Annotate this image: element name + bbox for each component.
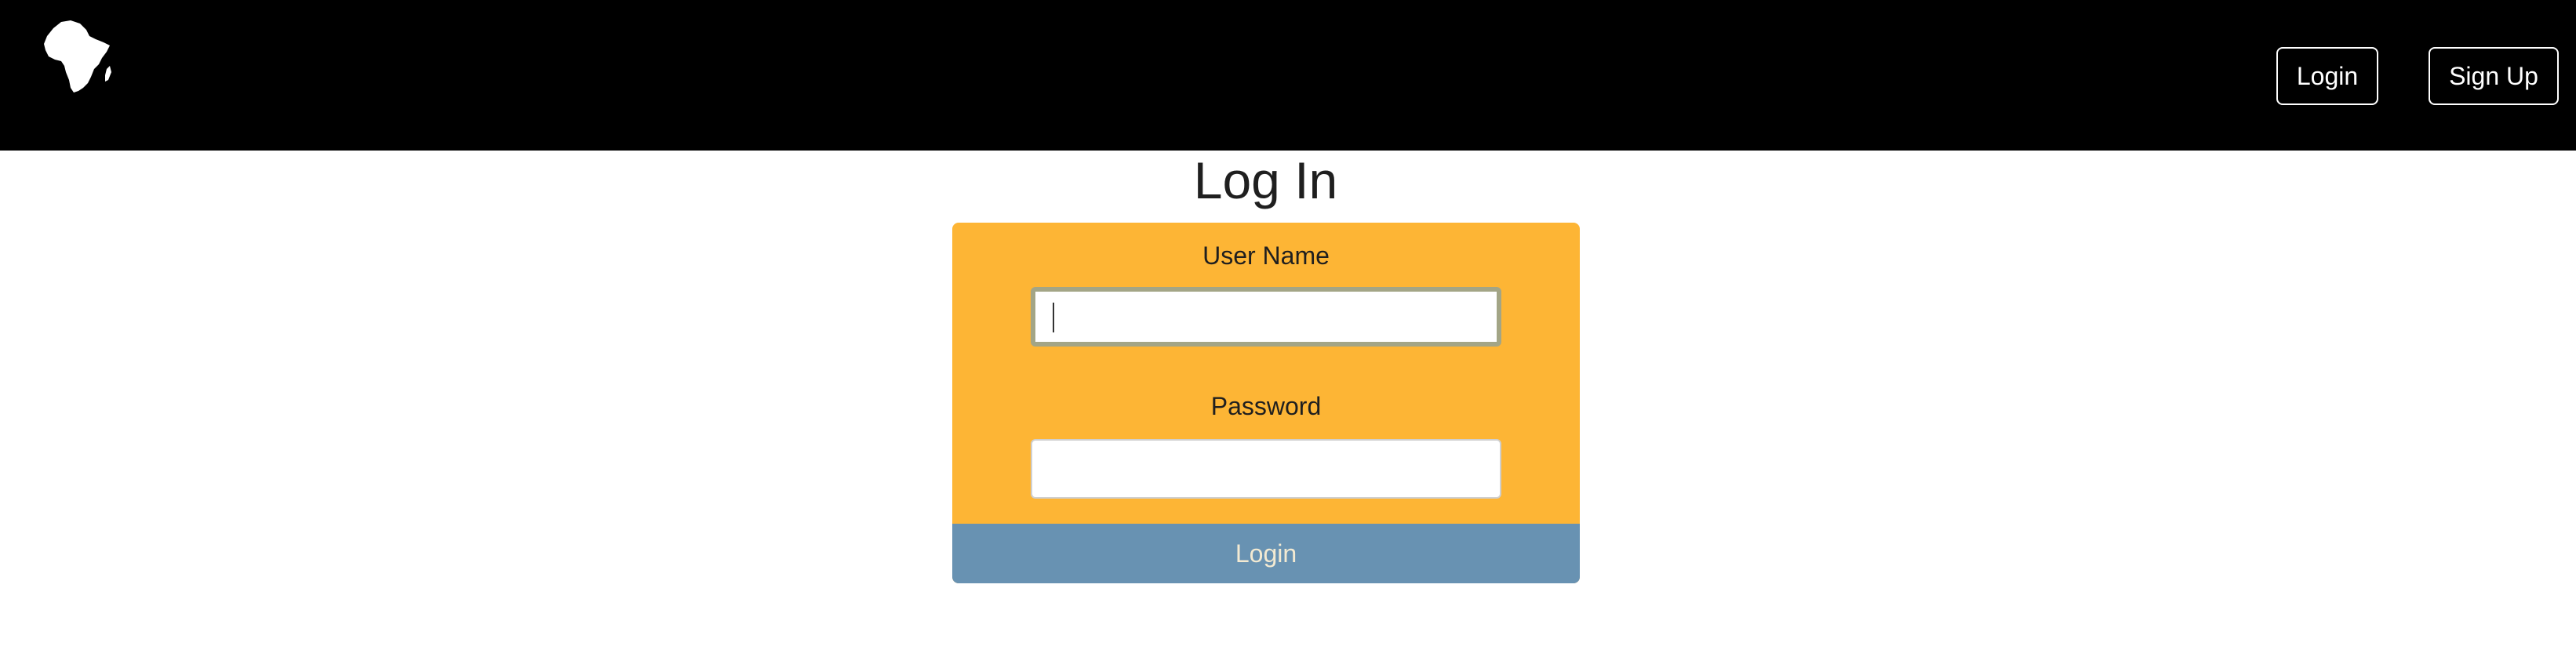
page-title: Log In [1193, 151, 1338, 209]
username-label: User Name [1202, 241, 1330, 270]
signup-nav-button[interactable]: Sign Up [2429, 47, 2559, 105]
login-nav-button[interactable]: Login [2276, 47, 2378, 105]
login-form: User Name Password Login [952, 223, 1580, 583]
password-label: Password [1210, 392, 1322, 420]
navbar: Login Sign Up [0, 0, 2576, 151]
username-input[interactable] [1031, 287, 1501, 347]
text-cursor [1053, 303, 1054, 332]
login-submit-button[interactable]: Login [952, 524, 1580, 583]
password-input[interactable] [1031, 439, 1501, 499]
africa-map-icon[interactable] [44, 20, 115, 97]
